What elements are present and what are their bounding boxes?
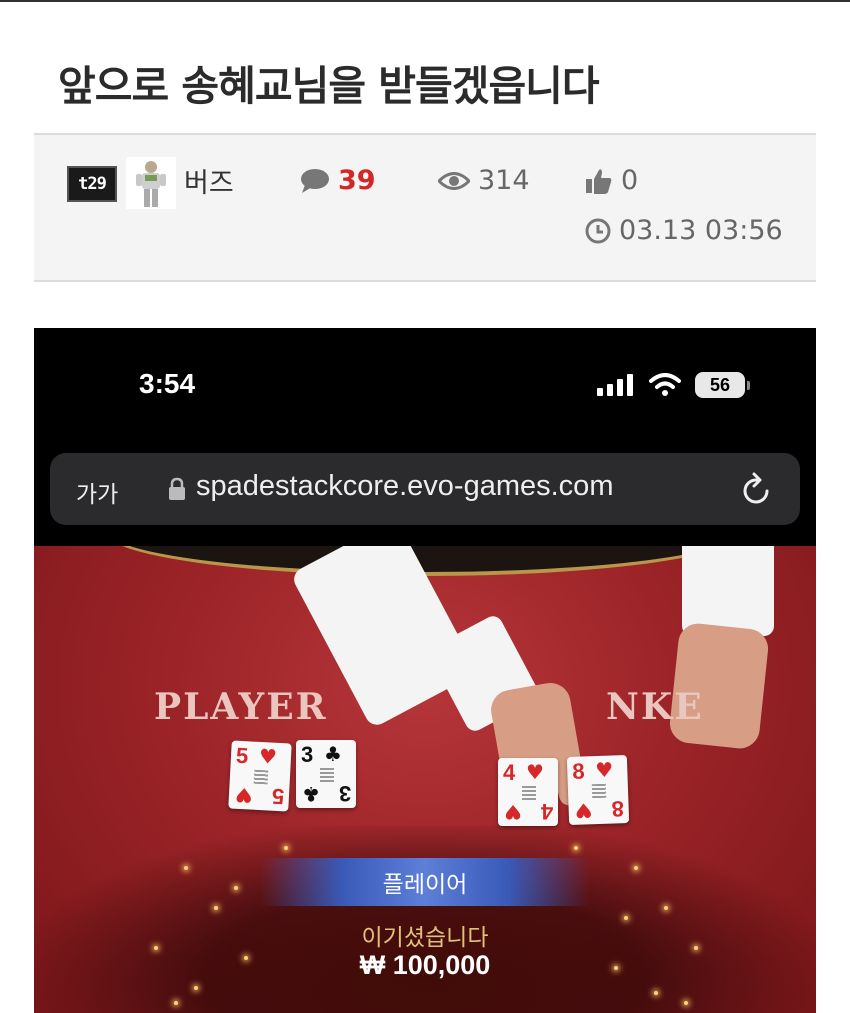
card-rank: 8 xyxy=(610,796,625,822)
comment-count[interactable]: 39 xyxy=(300,165,376,196)
card-rank: 8 xyxy=(571,758,586,784)
post-datetime-value: 03.13 03:56 xyxy=(619,215,783,246)
sparkle xyxy=(664,906,668,910)
player-label: PLAYER xyxy=(154,686,328,728)
status-icons: 56 xyxy=(597,372,750,398)
eye-icon xyxy=(438,171,470,190)
card-rank: 4 xyxy=(503,760,516,785)
browser-address-bar[interactable]: 가가 spadestackcore.evo-games.com xyxy=(50,453,800,525)
card-rank: 5 xyxy=(235,742,249,769)
battery-icon: 56 xyxy=(695,372,750,398)
avatar-figure-icon xyxy=(136,161,166,207)
winner-banner: 플레이어 xyxy=(260,858,590,906)
comment-icon xyxy=(301,168,329,193)
url-text[interactable]: spadestackcore.evo-games.com xyxy=(196,470,613,503)
thumbs-up-icon xyxy=(586,168,612,194)
card-suit: ♣ xyxy=(302,782,320,806)
sparkle xyxy=(214,906,218,910)
win-message: 이기셨습니다 xyxy=(361,925,489,951)
post-title: 앞으로 송혜교님을 받들겠읍니다 xyxy=(58,62,600,110)
sparkle xyxy=(634,866,638,870)
banker-card: 4 ♥ ♥ 4 xyxy=(498,758,558,826)
view-count-value: 314 xyxy=(478,165,530,196)
card-rank: 5 xyxy=(271,783,285,810)
card-rank: 4 xyxy=(540,799,553,824)
player-card: 3 ♣ ♣ 3 xyxy=(296,740,356,808)
avatar[interactable] xyxy=(126,157,176,209)
sparkle xyxy=(574,846,578,850)
top-border xyxy=(0,0,850,2)
lock-icon xyxy=(169,477,185,500)
winner-label: 플레이어 xyxy=(382,872,468,898)
post-datetime: 03.13 03:56 xyxy=(585,215,783,246)
wifi-icon xyxy=(649,373,681,396)
sparkle xyxy=(194,986,198,990)
banker-label: NKE xyxy=(606,686,704,728)
post-meta: t29 버즈 39 314 0 03.13 03:56 xyxy=(34,133,816,282)
embedded-screenshot: 3:54 56 가가 spadestackcore.evo-games.com … xyxy=(34,328,816,1013)
sparkle xyxy=(684,1001,688,1005)
card-suit: ♥ xyxy=(234,782,254,808)
sparkle xyxy=(184,866,188,870)
phone-status-bar: 3:54 56 xyxy=(34,328,816,446)
sparkle xyxy=(234,886,238,890)
player-card: 5 ♥ ♥ 5 xyxy=(228,740,292,812)
phone-clock: 3:54 xyxy=(139,368,196,399)
like-count[interactable]: 0 xyxy=(585,165,638,196)
reload-icon[interactable] xyxy=(740,471,774,507)
table-rim xyxy=(104,546,746,576)
card-suit: ♣ xyxy=(324,742,342,766)
comment-count-value: 39 xyxy=(338,165,376,196)
sparkle xyxy=(284,846,288,850)
battery-level: 56 xyxy=(695,372,745,398)
author-name[interactable]: 버즈 xyxy=(184,161,234,200)
card-rank: 3 xyxy=(338,781,351,806)
card-suit: ♥ xyxy=(258,743,278,769)
card-suit: ♥ xyxy=(526,760,544,784)
text-size-button[interactable]: 가가 xyxy=(76,475,118,509)
banker-card: 8 ♥ ♥ 8 xyxy=(566,754,630,826)
card-rank: 3 xyxy=(301,742,314,767)
level-badge: t29 xyxy=(67,166,117,202)
win-amount: ₩ 100,000 xyxy=(359,950,491,980)
card-suit: ♥ xyxy=(574,798,594,823)
view-count: 314 xyxy=(438,165,530,196)
sparkle xyxy=(654,991,658,995)
dealer-right-sleeve xyxy=(682,546,774,636)
card-suit: ♥ xyxy=(594,757,614,783)
baccarat-table: PLAYER NKE 5 ♥ ♥ 5 3 ♣ ♣ 3 4 ♥ ♥ 4 8 ♥ ♥ 8 플레이어 이기셨습니다… xyxy=(34,546,816,1013)
sparkle xyxy=(174,1001,178,1005)
like-count-value: 0 xyxy=(621,165,639,196)
clock-icon xyxy=(585,218,611,243)
card-suit: ♥ xyxy=(504,800,522,824)
signal-icon xyxy=(597,374,633,396)
